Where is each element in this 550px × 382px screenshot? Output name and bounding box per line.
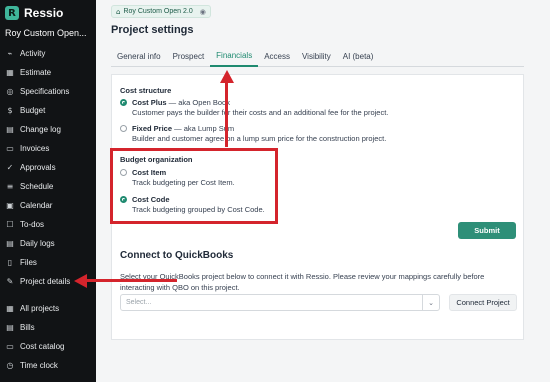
fixed-price-title-text: Fixed Price — [132, 124, 173, 133]
approvals-icon: ✓ — [6, 163, 14, 172]
settings-tabs: General info Prospect Financials Access Visi… — [111, 46, 524, 67]
sidebar-item-budget[interactable]: $ Budget — [0, 101, 96, 120]
page-title: Project settings — [111, 24, 194, 36]
quickbooks-select-placeholder: Select... — [126, 299, 152, 306]
annotation-arrow-left-icon — [74, 274, 87, 288]
project-chip[interactable]: ⌂ Roy Custom Open 2.0 ◉ — [111, 5, 211, 18]
tab-general-info[interactable]: General info — [111, 46, 167, 67]
cost-catalog-icon: ▭ — [6, 342, 14, 351]
schedule-icon: ≡ — [6, 182, 14, 191]
cost-plus-radio[interactable] — [120, 99, 127, 106]
project-selector[interactable]: Roy Custom Open... — [5, 28, 93, 38]
all-projects-icon: ▦ — [6, 304, 14, 313]
sidebar-item-label: Estimate — [20, 68, 52, 77]
sidebar-item-label: Schedule — [20, 182, 54, 191]
sidebar-item-label: Project details — [20, 277, 71, 286]
fixed-price-desc: Builder and customer agree on a lump sum… — [132, 134, 387, 143]
sidebar-item-label: Change log — [20, 125, 61, 134]
annotation-highlight-box — [110, 148, 278, 224]
sidebar-item-label: Time clock — [20, 361, 58, 370]
budget-icon: $ — [7, 106, 13, 115]
tab-financials[interactable]: Financials — [210, 46, 259, 67]
tab-access[interactable]: Access — [258, 46, 296, 67]
sidebar-item-time-clock[interactable]: ◷ Time clock — [0, 356, 96, 375]
fixed-price-title: Fixed Price — aka Lump Sum — [132, 124, 386, 133]
quickbooks-description: Select your QuickBooks project below to … — [120, 272, 485, 292]
sidebar-item-invoices[interactable]: ▭ Invoices — [0, 139, 96, 158]
bills-icon: ▤ — [6, 323, 14, 332]
change-log-icon: ▤ — [6, 125, 14, 134]
sidebar-item-approvals[interactable]: ✓ Approvals — [0, 158, 96, 177]
sidebar-item-label: Daily logs — [20, 239, 55, 248]
specifications-icon: ◎ — [6, 87, 14, 96]
sidebar-item-label: Approvals — [20, 163, 56, 172]
sidebar-item-label: Invoices — [20, 144, 50, 153]
cost-plus-title: Cost Plus — aka Open Book — [132, 98, 388, 107]
sidebar-item-specifications[interactable]: ◎ Specifications — [0, 82, 96, 101]
sidebar-item-files[interactable]: ▯ Files — [0, 253, 96, 272]
quickbooks-project-select[interactable]: Select... ⌄ — [120, 294, 440, 311]
sidebar-item-label: All projects — [20, 304, 60, 313]
sidebar-item-all-projects[interactable]: ▦ All projects — [0, 299, 96, 318]
todos-icon: ☐ — [6, 220, 14, 229]
project-details-icon: ✎ — [6, 277, 14, 286]
sidebar-nav: ⌁ Activity ▦ Estimate ◎ Specifications $ Budget… — [0, 44, 96, 291]
home-icon: ⌂ — [116, 7, 121, 16]
sidebar-item-label: Files — [20, 258, 37, 267]
sidebar-item-bills[interactable]: ▤ Bills — [0, 318, 96, 337]
files-icon: ▯ — [7, 258, 13, 267]
sidebar-item-schedule[interactable]: ≡ Schedule — [0, 177, 96, 196]
estimate-icon: ▦ — [6, 68, 14, 77]
activity-icon: ⌁ — [7, 49, 13, 58]
fixed-price-radio[interactable] — [120, 125, 127, 132]
sidebar-item-cost-catalog[interactable]: ▭ Cost catalog — [0, 337, 96, 356]
ressio-logo-icon: R — [5, 6, 19, 20]
sidebar-item-estimate[interactable]: ▦ Estimate — [0, 63, 96, 82]
tab-ai-beta[interactable]: AI (beta) — [337, 46, 380, 67]
cost-plus-option[interactable]: Cost Plus — aka Open Book Customer pays … — [120, 98, 388, 117]
sidebar-item-label: Activity — [20, 49, 46, 58]
cost-structure-label: Cost structure — [120, 86, 172, 95]
annotation-arrow-up-shaft — [225, 82, 228, 147]
project-selector-label: Roy Custom Open... — [5, 28, 87, 38]
project-chip-label: Roy Custom Open 2.0 — [123, 8, 193, 15]
annotation-arrow-up-icon — [220, 70, 234, 83]
fixed-price-text: Fixed Price — aka Lump Sum Builder and c… — [132, 124, 386, 143]
sidebar-item-daily-logs[interactable]: ▤ Daily logs — [0, 234, 96, 253]
sidebar-item-to-dos[interactable]: ☐ To-dos — [0, 215, 96, 234]
annotation-arrow-left-shaft — [86, 279, 177, 282]
brand-name: Ressio — [24, 6, 64, 20]
tab-visibility[interactable]: Visibility — [296, 46, 337, 67]
daily-logs-icon: ▤ — [6, 239, 14, 248]
submit-button[interactable]: Submit — [458, 222, 516, 239]
cost-plus-aka: — aka Open Book — [166, 98, 230, 107]
tab-prospect[interactable]: Prospect — [167, 46, 211, 67]
calendar-icon: ▣ — [6, 201, 14, 210]
sidebar-item-calendar[interactable]: ▣ Calendar — [0, 196, 96, 215]
sidebar: R Ressio Roy Custom Open... ⌁ Activity ▦ Es… — [0, 0, 96, 382]
sidebar-item-label: Bills — [20, 323, 35, 332]
cost-plus-desc: Customer pays the builder for their cost… — [132, 108, 389, 117]
quickbooks-title: Connect to QuickBooks — [120, 250, 234, 261]
connect-project-button[interactable]: Connect Project — [449, 294, 517, 311]
sidebar-item-label: Specifications — [20, 87, 70, 96]
eye-icon[interactable]: ◉ — [200, 8, 206, 16]
sidebar-item-label: Cost catalog — [20, 342, 65, 351]
sidebar-item-label: Calendar — [20, 201, 53, 210]
sidebar-item-label: To-dos — [20, 220, 45, 229]
sidebar-item-change-log[interactable]: ▤ Change log — [0, 120, 96, 139]
fixed-price-option[interactable]: Fixed Price — aka Lump Sum Builder and c… — [120, 124, 386, 143]
cost-plus-text: Cost Plus — aka Open Book Customer pays … — [132, 98, 388, 117]
chevron-down-icon[interactable]: ⌄ — [422, 295, 439, 310]
cost-plus-title-text: Cost Plus — [132, 98, 167, 107]
time-clock-icon: ◷ — [6, 361, 14, 370]
sidebar-item-label: Budget — [20, 106, 46, 115]
invoices-icon: ▭ — [6, 144, 14, 153]
brand[interactable]: R Ressio — [5, 6, 63, 20]
sidebar-item-activity[interactable]: ⌁ Activity — [0, 44, 96, 63]
sidebar-nav-secondary: ▦ All projects ▤ Bills ▭ Cost catalog ◷ Time cl… — [0, 299, 96, 375]
